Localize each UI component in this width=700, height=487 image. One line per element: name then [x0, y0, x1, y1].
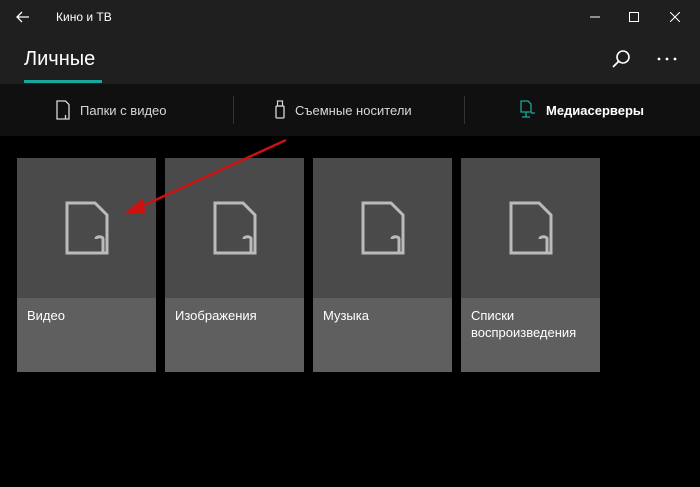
tile-caption: Музыка: [313, 298, 452, 372]
tile-caption: Видео: [17, 298, 156, 372]
tile-music[interactable]: Музыка: [313, 158, 452, 372]
tab-media-servers-label: Медиасерверы: [546, 102, 645, 118]
tile-thumbnail: [165, 158, 304, 298]
tile-video[interactable]: Видео: [17, 158, 156, 372]
tile-caption: Списки воспроизведения: [461, 298, 600, 372]
file-icon: [213, 201, 256, 255]
more-button[interactable]: [650, 44, 684, 74]
more-icon: [657, 57, 677, 61]
minimize-button[interactable]: [575, 2, 615, 32]
folder-icon: [56, 100, 70, 120]
file-icon: [361, 201, 404, 255]
maximize-icon: [629, 12, 639, 22]
tile-caption: Изображения: [165, 298, 304, 372]
close-button[interactable]: [655, 2, 695, 32]
tile-thumbnail: [17, 158, 156, 298]
tab-video-folders[interactable]: Папки с видео: [56, 84, 167, 136]
file-icon: [65, 201, 108, 255]
tile-thumbnail: [313, 158, 452, 298]
tile-label: Музыка: [323, 308, 369, 323]
close-icon: [670, 12, 680, 22]
usb-icon: [275, 100, 285, 120]
tab-removable-media-label: Съемные носители: [295, 102, 412, 118]
divider: [464, 96, 465, 124]
title-bar: Кино и ТВ: [0, 0, 700, 34]
tab-video-folders-label: Папки с видео: [80, 102, 167, 118]
divider: [233, 96, 234, 124]
tile-thumbnail: [461, 158, 600, 298]
search-icon: [612, 50, 630, 68]
tile-images[interactable]: Изображения: [165, 158, 304, 372]
source-tabs: Папки с видео Съемные носители Медиасерв…: [0, 84, 700, 136]
app-title: Кино и ТВ: [56, 10, 112, 24]
tab-media-servers[interactable]: Медиасерверы: [520, 84, 644, 136]
active-tab-indicator: [24, 80, 102, 83]
media-server-icon: [520, 100, 536, 120]
tile-label: Изображения: [175, 308, 257, 323]
back-button[interactable]: [6, 2, 40, 32]
page-title[interactable]: Личные: [24, 48, 95, 71]
tile-playlists[interactable]: Списки воспроизведения: [461, 158, 600, 372]
maximize-button[interactable]: [614, 2, 654, 32]
back-arrow-icon: [16, 11, 29, 23]
tile-label: Видео: [27, 308, 65, 323]
tile-label: Списки воспроизведения: [471, 308, 577, 340]
minimize-icon: [590, 16, 600, 18]
tab-removable-media[interactable]: Съемные носители: [275, 84, 412, 136]
file-icon: [509, 201, 552, 255]
page-header: Личные: [0, 34, 700, 84]
search-button[interactable]: [606, 44, 636, 74]
